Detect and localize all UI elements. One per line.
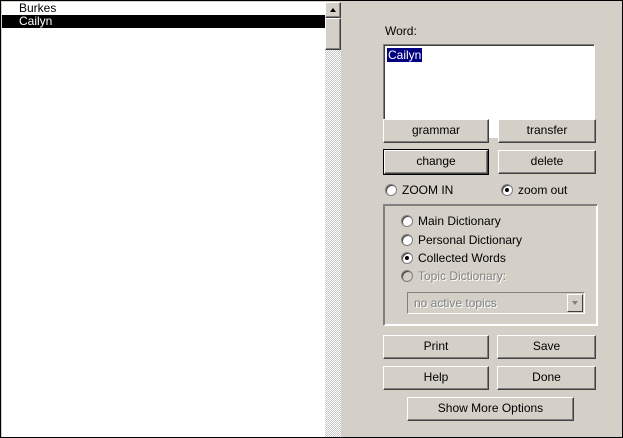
topic-select-value: no active topics — [414, 296, 497, 310]
personal-dictionary-label: Personal Dictionary — [418, 233, 523, 247]
topic-dictionary-radio: Topic Dictionary: — [401, 269, 506, 283]
collected-words-radio[interactable]: Collected Words — [401, 251, 506, 265]
word-label: Word: — [385, 24, 417, 38]
topic-select: no active topics — [407, 292, 585, 314]
word-field-value: Cailyn — [387, 48, 423, 62]
help-button[interactable]: Help — [383, 366, 489, 390]
topic-select-dropdown-button — [567, 294, 583, 312]
collected-words-label: Collected Words — [418, 251, 506, 265]
zoom-out-radio[interactable]: zoom out — [501, 183, 567, 197]
zoom-out-label: zoom out — [518, 183, 568, 197]
print-button[interactable]: Print — [383, 335, 489, 359]
chevron-up-icon — [330, 8, 336, 12]
radio-indicator — [401, 234, 413, 246]
chevron-down-icon — [572, 301, 578, 305]
main-dictionary-label: Main Dictionary — [418, 214, 501, 228]
topic-dictionary-label: Topic Dictionary: — [418, 269, 507, 283]
radio-indicator-checked — [401, 252, 413, 264]
radio-indicator — [401, 215, 413, 227]
scrollbar-thumb[interactable] — [325, 18, 341, 50]
done-button[interactable]: Done — [497, 366, 596, 390]
change-button[interactable]: change — [383, 149, 489, 175]
word-list[interactable]: Burkes Cailyn — [2, 2, 325, 437]
grammar-button[interactable]: grammar — [383, 119, 489, 143]
zoom-in-radio[interactable]: ZOOM IN — [385, 183, 453, 197]
delete-button[interactable]: delete — [498, 150, 596, 174]
zoom-in-label: ZOOM IN — [402, 183, 454, 197]
radio-indicator-checked — [501, 184, 513, 196]
list-item-selected[interactable]: Cailyn — [2, 15, 325, 28]
main-dictionary-radio[interactable]: Main Dictionary — [401, 214, 501, 228]
word-list-scrollbar[interactable] — [325, 2, 341, 437]
show-more-options-button[interactable]: Show More Options — [407, 397, 574, 421]
transfer-button[interactable]: transfer — [498, 119, 596, 143]
scroll-up-button[interactable] — [325, 2, 341, 18]
radio-indicator-disabled — [401, 270, 413, 282]
radio-indicator — [385, 184, 397, 196]
save-button[interactable]: Save — [497, 335, 596, 359]
personal-dictionary-radio[interactable]: Personal Dictionary — [401, 233, 522, 247]
